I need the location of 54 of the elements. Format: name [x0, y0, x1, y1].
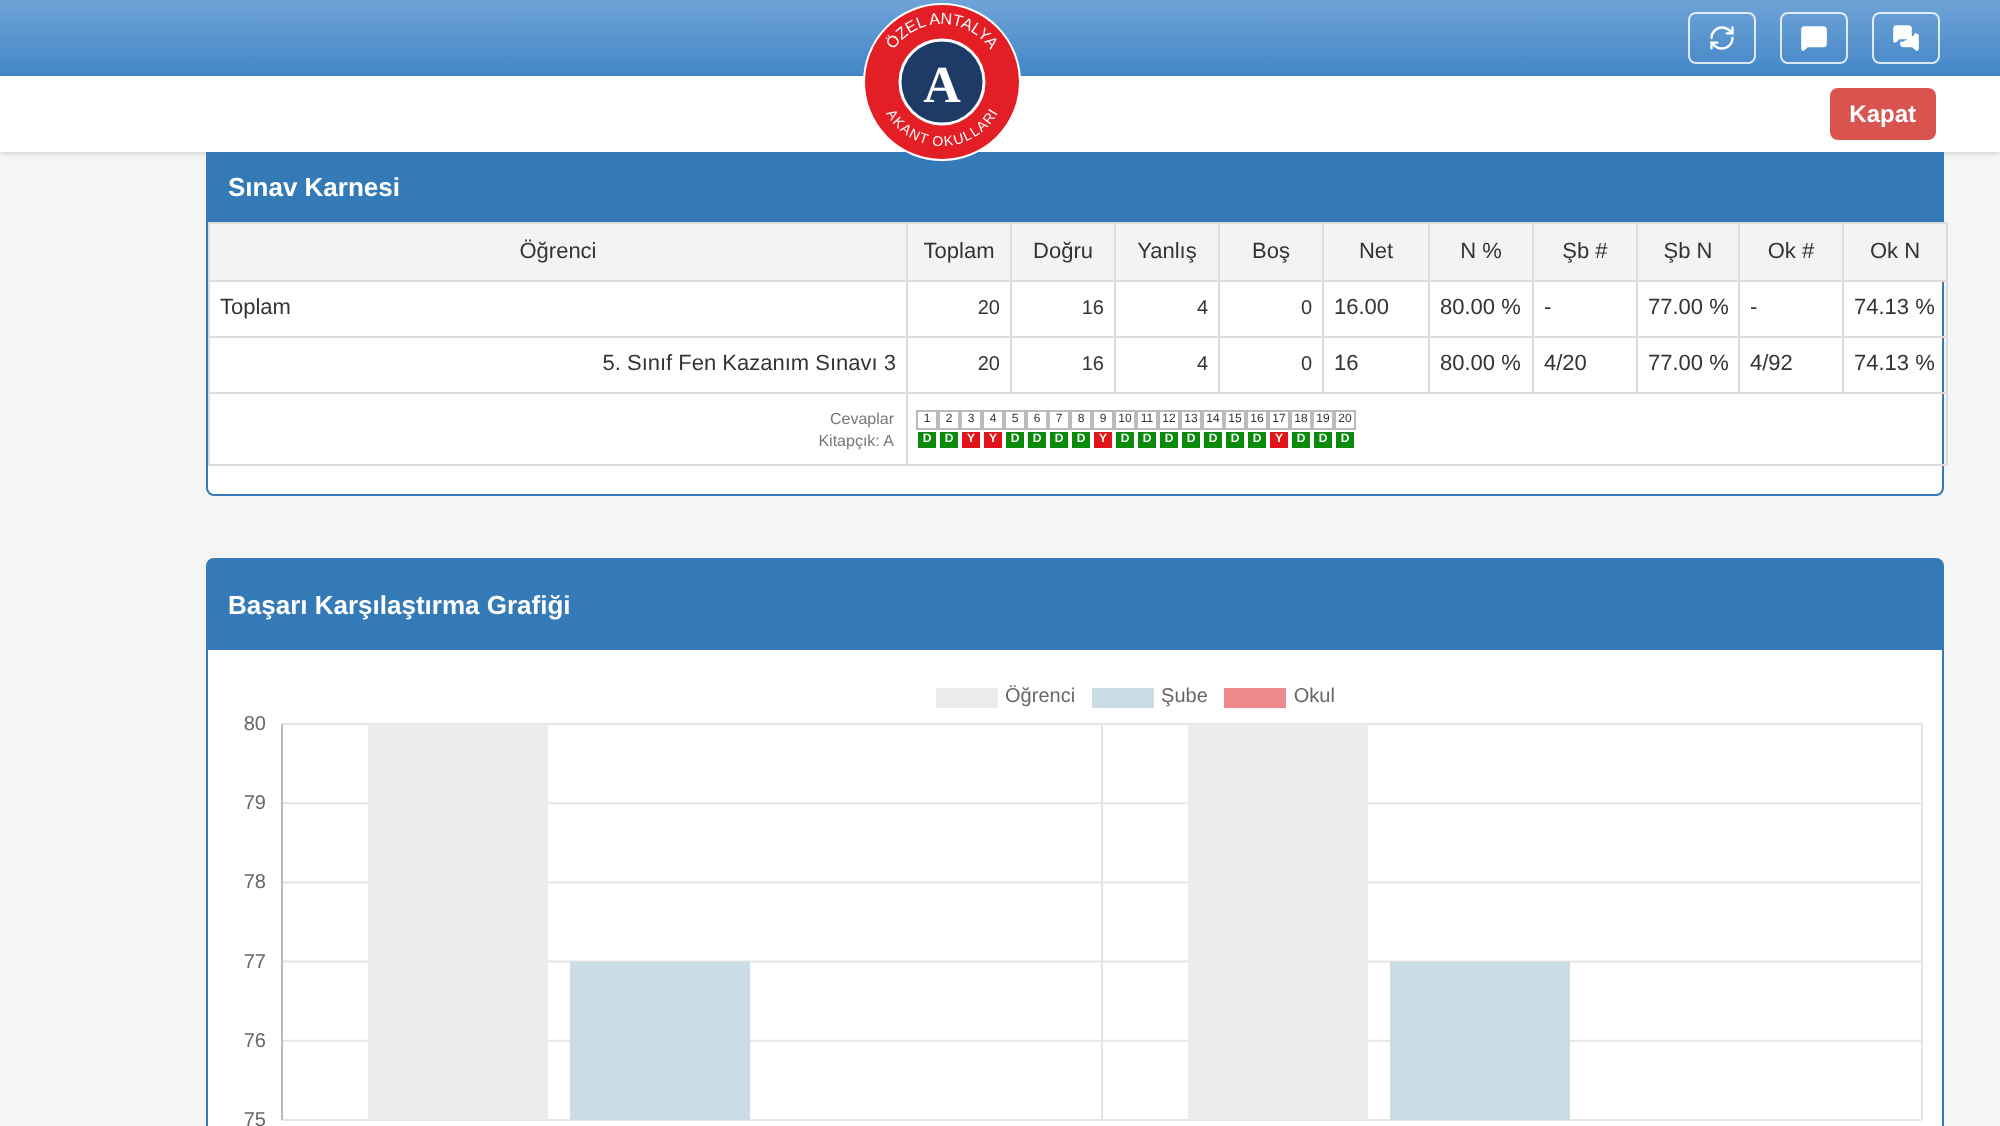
table-cell: 77.00 % [1637, 337, 1739, 393]
refresh-icon [1708, 24, 1736, 52]
table-cell: 20 [907, 281, 1011, 337]
column-header: Ok # [1739, 223, 1843, 281]
table-cell: 16 [1011, 281, 1115, 337]
y-tick-label: 79 [243, 793, 267, 816]
table-cell: Toplam [209, 281, 907, 337]
legend-label: Öğrenci [1005, 683, 1076, 712]
booklet-label: Kitapçık: A [816, 429, 894, 451]
column-header: Ok N [1843, 223, 1947, 281]
y-tick-label: 78 [243, 872, 267, 895]
column-header: Doğru [1011, 223, 1115, 281]
table-cell: 74.13 % [1843, 337, 1947, 393]
y-axis: 75 76 77 78 79 80 [243, 714, 283, 1126]
table-cell: 74.13 % [1843, 281, 1947, 337]
y-tick-label: 80 [243, 714, 267, 736]
table-cell: 4 [1115, 281, 1219, 337]
y-tick-label: 75 [243, 1110, 267, 1126]
table-cell: 16.00 [1323, 281, 1429, 337]
column-header: N % [1429, 223, 1533, 281]
table-cell: 16 [1011, 337, 1115, 393]
table-cell: 80.00 % [1429, 281, 1533, 337]
y-tick-label: 76 [243, 1030, 267, 1053]
table-cell: 0 [1219, 337, 1323, 393]
chat-bubbles-icon [1892, 24, 1920, 52]
y-tick-label: 77 [243, 951, 267, 974]
table-cell: - [1739, 281, 1843, 337]
refresh-button[interactable] [1688, 12, 1756, 64]
column-header: Yanlış [1115, 223, 1219, 281]
panel-title: Başarı Karşılaştırma Grafiği [228, 587, 571, 624]
table-cell: 4 [1115, 337, 1219, 393]
column-header: Toplam [907, 223, 1011, 281]
column-header: Şb N [1637, 223, 1739, 281]
table-cell: - [1533, 281, 1637, 337]
table-cell: 0 [1219, 281, 1323, 337]
table-cell: 4/92 [1739, 337, 1843, 393]
answers-label: Cevaplar [827, 407, 894, 429]
close-button[interactable]: Kapat [1829, 88, 1936, 140]
legend-label: Şube [1161, 684, 1208, 712]
column-header: Net [1323, 223, 1429, 281]
table-cell: 4/20 [1533, 337, 1637, 393]
message-button[interactable] [1780, 12, 1848, 64]
column-header: Boş [1219, 223, 1323, 281]
chat-button[interactable] [1872, 12, 1940, 64]
column-header: Şb # [1533, 223, 1637, 281]
panel-title: Sınav Karnesi [228, 170, 400, 207]
table-cell: 77.00 % [1637, 281, 1739, 337]
table-cell: 80.00 % [1429, 337, 1533, 393]
table-cell: 16 [1323, 337, 1429, 393]
column-header: Öğrenci [209, 223, 907, 281]
table-cell: 20 [907, 337, 1011, 393]
speech-bubble-icon [1800, 24, 1828, 52]
legend-label: Okul [1293, 684, 1335, 712]
table-cell: 5. Sınıf Fen Kazanım Sınavı 3 [209, 337, 907, 393]
